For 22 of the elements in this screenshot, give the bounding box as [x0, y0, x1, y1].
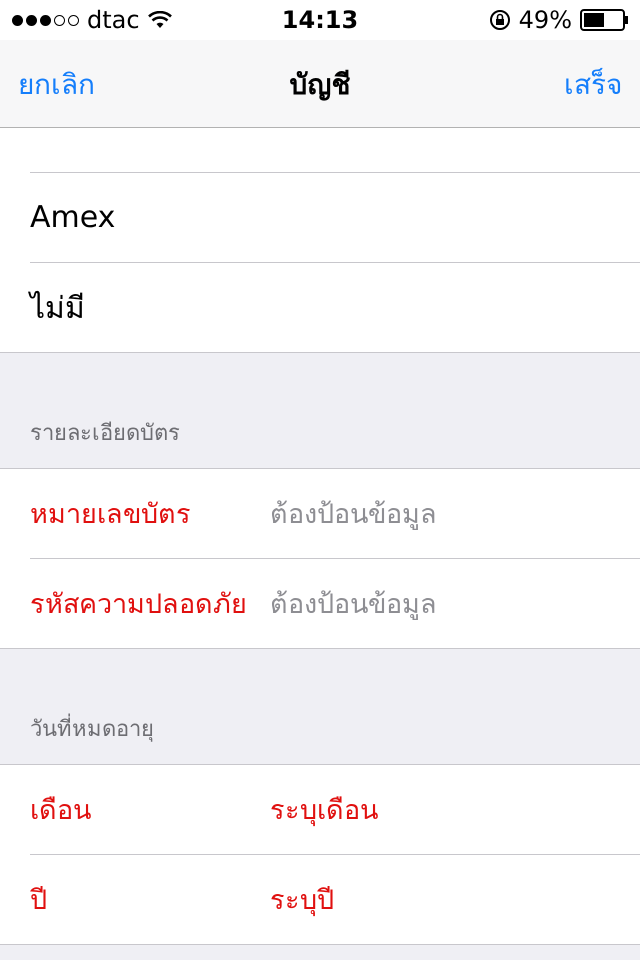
field-label: รหัสความปลอดภัย — [30, 588, 248, 622]
field-label: หมายเลขบัตร — [30, 498, 192, 532]
done-button[interactable]: เสร็จ — [564, 62, 622, 106]
section-header: วันที่หมดอายุ — [30, 711, 154, 746]
carrier-name: dtac — [87, 6, 140, 34]
battery-percentage: 49% — [518, 6, 572, 34]
clock-time: 14:13 — [282, 6, 358, 34]
input-field[interactable]: ต้องป้อนข้อมูล — [270, 492, 437, 535]
picker-field[interactable]: ระบุเดือน — [270, 788, 378, 831]
field-label: เดือน — [30, 794, 92, 828]
input-field[interactable]: ต้องป้อนข้อมูล — [270, 582, 437, 625]
field-label: ปี — [30, 884, 48, 918]
rotation-lock-icon — [488, 9, 511, 31]
card-type-option[interactable]: ไม่มี — [30, 284, 85, 331]
nav-title: บัญชี — [290, 68, 350, 100]
picker-field[interactable]: ระบุปี — [270, 878, 334, 921]
wifi-icon — [148, 11, 172, 29]
signal-icon — [12, 14, 79, 26]
card-type-option[interactable]: Amex — [30, 200, 116, 235]
battery-icon — [580, 9, 630, 31]
cancel-button[interactable]: ยกเลิก — [18, 62, 95, 106]
section-header: รายละเอียดบัตร — [30, 420, 180, 448]
